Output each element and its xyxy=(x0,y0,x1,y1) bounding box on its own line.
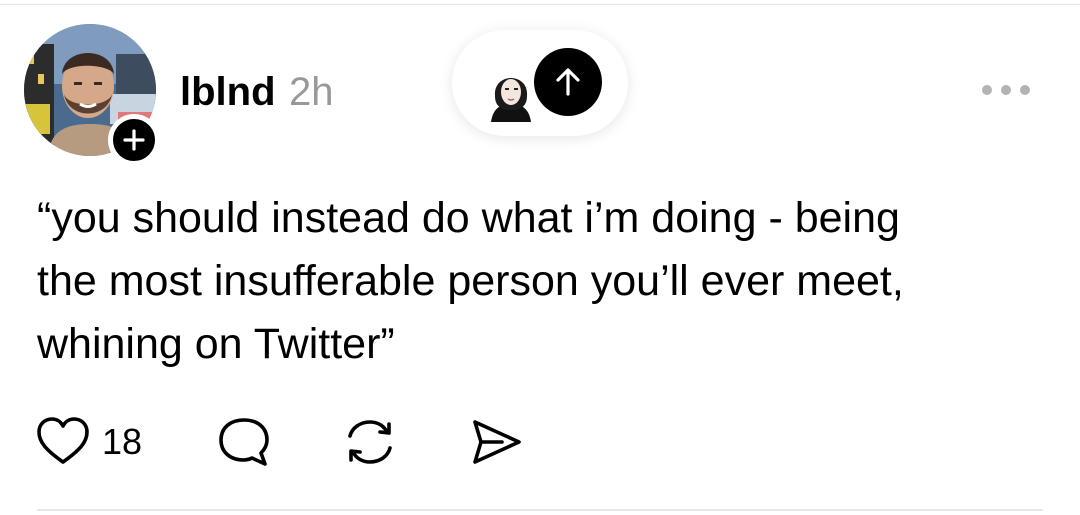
like-count: 18 xyxy=(102,421,143,462)
post-text-line: the most insufferable person you’ll ever… xyxy=(37,257,904,305)
repost-icon xyxy=(348,420,392,464)
plus-icon xyxy=(123,129,145,151)
repost-button[interactable] xyxy=(340,414,400,470)
pill-user-avatar xyxy=(491,78,531,122)
ellipsis-icon-dot xyxy=(1001,85,1011,95)
share-button[interactable] xyxy=(466,414,526,470)
speech-bubble-icon xyxy=(219,418,269,466)
send-icon xyxy=(473,420,521,464)
follow-button[interactable] xyxy=(108,114,160,166)
post-text: “you should instead do what i’m doing - … xyxy=(37,187,1037,376)
more-options-button[interactable] xyxy=(982,80,1030,100)
arrow-up-icon xyxy=(556,68,580,96)
ellipsis-icon xyxy=(982,85,992,95)
bottom-divider xyxy=(37,509,1043,511)
top-divider xyxy=(0,4,1080,5)
ellipsis-icon-dot xyxy=(1020,85,1030,95)
post-text-line: “you should instead do what i’m doing - … xyxy=(37,194,900,242)
post-timestamp: 2h xyxy=(289,70,334,114)
reply-button[interactable] xyxy=(214,414,274,470)
like-button[interactable]: 18 xyxy=(34,414,142,470)
heart-icon xyxy=(37,417,89,464)
post-text-line: whining on Twitter” xyxy=(37,320,395,368)
scroll-to-top-button[interactable] xyxy=(534,48,602,116)
author-username[interactable]: lblnd xyxy=(180,68,276,116)
